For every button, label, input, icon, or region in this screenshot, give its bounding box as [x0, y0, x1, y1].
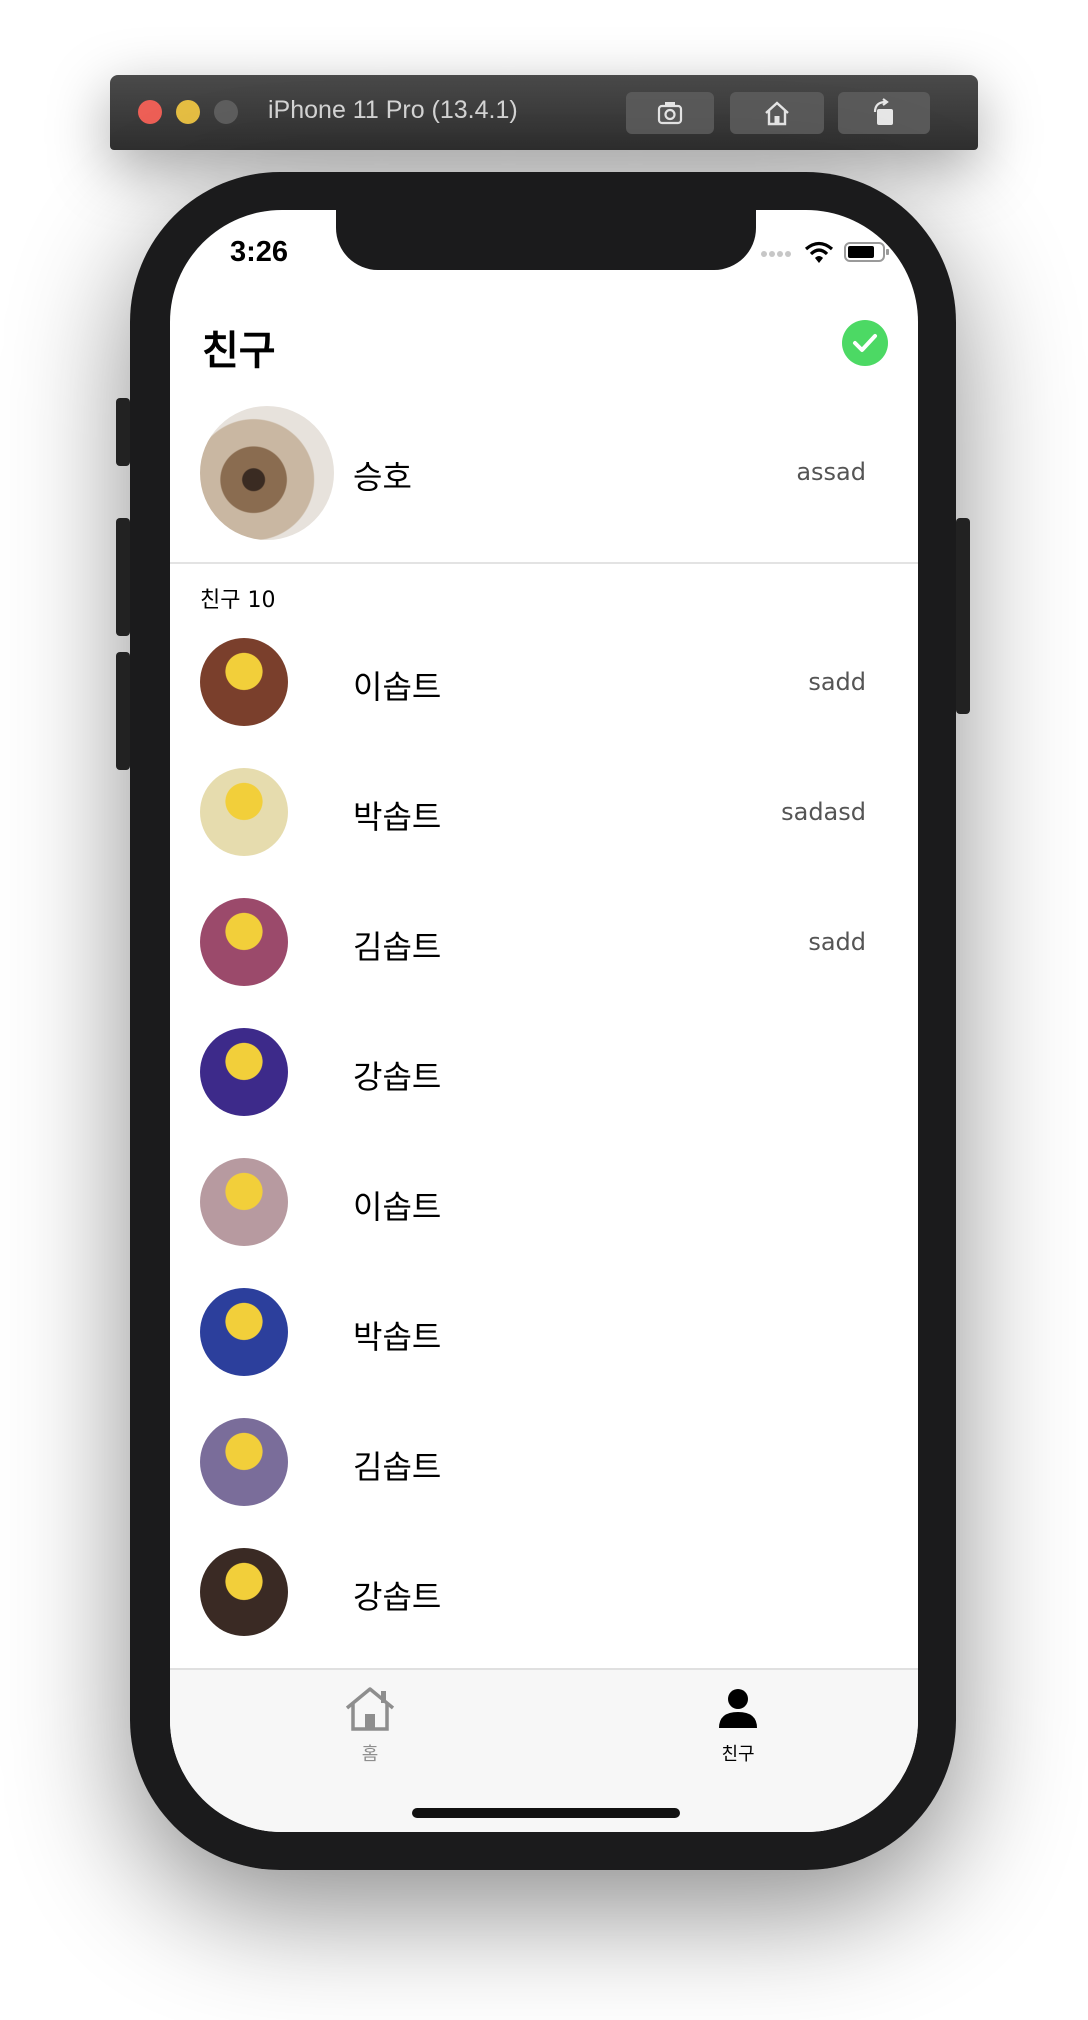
check-icon: [853, 334, 877, 352]
friend-avatar: [200, 1418, 288, 1506]
minimize-window-button[interactable]: [176, 100, 200, 124]
confirm-button[interactable]: [842, 320, 888, 366]
zoom-window-button[interactable]: [214, 100, 238, 124]
rotate-icon: [873, 98, 893, 125]
home-icon: [345, 1687, 395, 1731]
person-icon: [719, 1689, 757, 1728]
friend-name: 박솝트: [353, 798, 442, 836]
friend-name: 박솝트: [353, 1318, 442, 1356]
friend-name: 김솝트: [353, 928, 442, 966]
rotate-button[interactable]: [838, 92, 930, 134]
friend-name: 강솝트: [353, 1578, 442, 1616]
friend-name: 김솝트: [353, 1448, 442, 1486]
home-indicator: [412, 1808, 680, 1818]
my-profile-row[interactable]: 승호 assad: [170, 406, 918, 546]
friend-avatar: [200, 1288, 288, 1376]
my-status-message: assad: [796, 458, 866, 486]
tab-friends-label: 친구: [721, 1744, 755, 1765]
friend-name: 강솝트: [353, 1058, 442, 1096]
friend-status: sadasd: [781, 798, 866, 826]
app-screen: 3:26 친구 승호 assad 친구 10 이솝트 sadd 박솝트 sada…: [170, 210, 918, 1832]
list-item[interactable]: 강솝트: [170, 1534, 918, 1666]
list-item[interactable]: 이솝트 sadd: [170, 624, 918, 756]
status-icons: [760, 240, 890, 264]
friend-avatar: [200, 638, 288, 726]
friend-avatar: [200, 1158, 288, 1246]
page-title: 친구: [202, 328, 276, 374]
list-item[interactable]: 김솝트 sadd: [170, 884, 918, 1016]
friend-avatar: [200, 768, 288, 856]
list-item[interactable]: 강솝트: [170, 1014, 918, 1146]
friend-avatar: [200, 1548, 288, 1636]
volume-down-button[interactable]: [116, 652, 130, 770]
screenshot-button[interactable]: [626, 92, 714, 134]
battery-icon: [844, 242, 889, 262]
friend-avatar: [200, 898, 288, 986]
status-time: 3:26: [230, 236, 289, 268]
my-name: 승호: [353, 458, 412, 496]
home-device-button[interactable]: [730, 92, 824, 134]
section-divider: [170, 562, 918, 564]
home-icon: [765, 101, 789, 126]
friend-status: sadd: [808, 928, 866, 956]
volume-up-button[interactable]: [116, 518, 130, 636]
notch: [336, 210, 756, 270]
screenshot-icon: [657, 102, 683, 125]
close-window-button[interactable]: [138, 100, 162, 124]
friend-avatar: [200, 1028, 288, 1116]
list-item[interactable]: 이솝트: [170, 1144, 918, 1276]
simulator-title: iPhone 11 Pro (13.4.1): [268, 96, 518, 124]
wifi-icon: [804, 241, 834, 263]
power-button[interactable]: [956, 518, 970, 714]
list-item[interactable]: 김솝트: [170, 1404, 918, 1536]
signal-icon: [761, 251, 791, 257]
list-item[interactable]: 박솝트: [170, 1274, 918, 1406]
friend-name: 이솝트: [353, 1188, 442, 1226]
mute-switch[interactable]: [116, 398, 130, 466]
simulator-titlebar: iPhone 11 Pro (13.4.1): [110, 75, 978, 150]
list-item[interactable]: 박솝트 sadasd: [170, 754, 918, 886]
tab-home[interactable]: 홈: [300, 1686, 440, 1766]
tab-friends[interactable]: 친구: [668, 1686, 808, 1766]
tab-home-label: 홈: [361, 1744, 379, 1765]
friend-status: sadd: [808, 668, 866, 696]
friend-name: 이솝트: [353, 668, 442, 706]
my-avatar: [200, 406, 334, 540]
friends-count-label: 친구 10: [200, 588, 276, 613]
